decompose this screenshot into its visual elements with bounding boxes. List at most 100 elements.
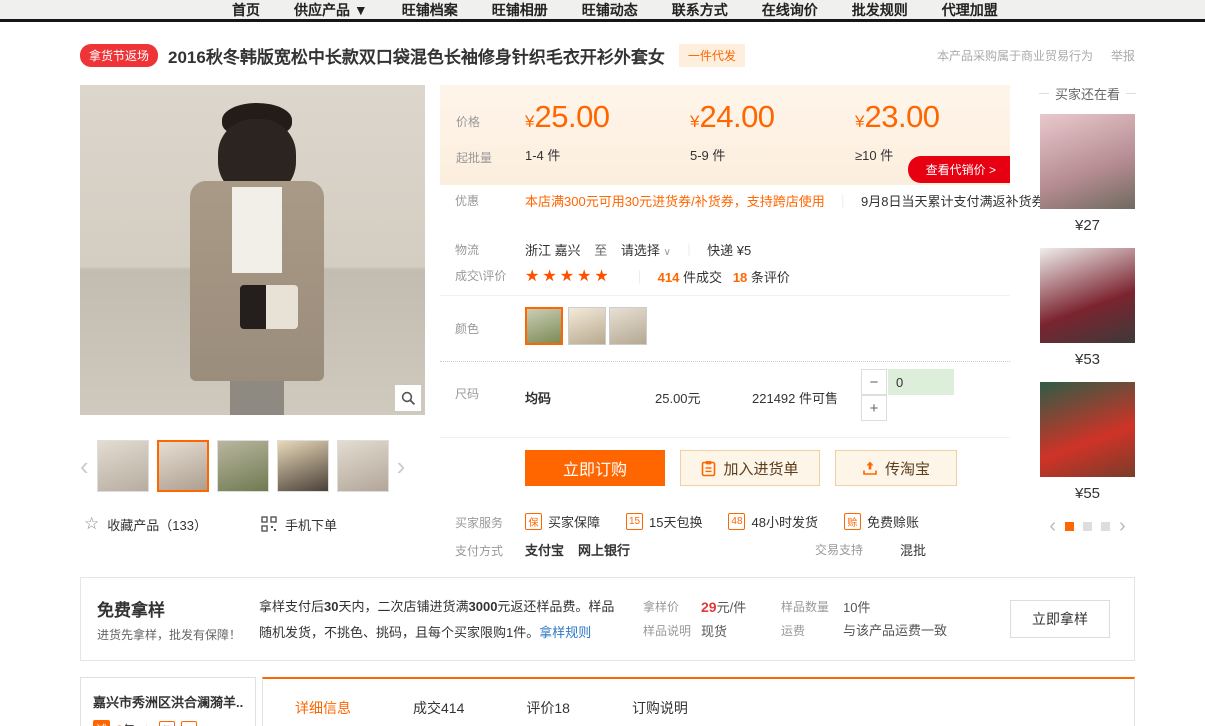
sidebar-product-1[interactable]: ¥27 bbox=[1040, 114, 1135, 234]
promo-label: 优惠 bbox=[455, 192, 479, 209]
service-15day-exchange[interactable]: 15 15天包换 bbox=[626, 512, 702, 531]
express-fee: 快递 ¥5 bbox=[707, 243, 751, 258]
photo-shape bbox=[230, 381, 284, 415]
alipay-label[interactable]: 支付宝 bbox=[525, 540, 564, 559]
desc-num: 30 bbox=[324, 599, 338, 614]
service-free-credit[interactable]: 赊 免费赊账 bbox=[844, 512, 919, 531]
magnifier-icon[interactable] bbox=[395, 385, 421, 411]
gallery-links: ☆ 收藏产品（133） 手机下单 bbox=[84, 514, 424, 534]
qty-plus-button[interactable]: + bbox=[861, 395, 887, 421]
sold-suffix: 件成交 bbox=[683, 270, 722, 285]
divider-line bbox=[440, 295, 1010, 296]
view-consign-price-button[interactable]: 查看代销价 > bbox=[908, 156, 1010, 183]
qty-input[interactable] bbox=[888, 369, 954, 395]
photo-shape bbox=[232, 187, 282, 273]
thumbnail-4[interactable] bbox=[277, 440, 329, 492]
service-48h-shipping[interactable]: 48 48小时发货 bbox=[728, 512, 817, 531]
thumbs-next-icon[interactable]: › bbox=[397, 453, 406, 479]
mobile-order-button[interactable]: 手机下单 bbox=[261, 515, 337, 534]
pager-dot-2[interactable] bbox=[1083, 522, 1092, 531]
sample-subtitle: 进货先拿样，批发有保障！ bbox=[97, 626, 241, 643]
color-swatch-3[interactable] bbox=[609, 307, 647, 345]
mobile-order-label: 手机下单 bbox=[285, 515, 337, 534]
services-label: 买家服务 bbox=[455, 514, 503, 531]
nav-shop-album[interactable]: 旺铺相册 bbox=[492, 0, 548, 20]
promo-event-text: 9月8日当天累计支付满返补货券 bbox=[861, 194, 1044, 209]
chevron-down-icon: ∨ bbox=[664, 247, 671, 258]
seller-name: 嘉兴市秀洲区洪合澜漪羊... bbox=[93, 692, 243, 711]
nav-products[interactable]: 供应产品 ▼ bbox=[294, 0, 368, 20]
thumbnail-5[interactable] bbox=[337, 440, 389, 492]
tier-price: 24.00 bbox=[699, 99, 774, 134]
credit-icon: 赊 bbox=[844, 513, 861, 530]
qty-minus-button[interactable]: − bbox=[861, 369, 887, 395]
thumbnail-3[interactable] bbox=[217, 440, 269, 492]
pager-prev-icon[interactable]: ‹ bbox=[1049, 516, 1056, 536]
get-sample-button[interactable]: 立即拿样 bbox=[1010, 600, 1110, 638]
stars-fill-icon: ★★★★★ bbox=[525, 266, 608, 286]
report-link[interactable]: 举报 bbox=[1111, 47, 1135, 64]
pager-next-icon[interactable]: › bbox=[1119, 516, 1126, 536]
event-badge[interactable]: 拿货节返场 bbox=[80, 44, 158, 67]
tab-order-notes[interactable]: 订购说明 bbox=[632, 698, 688, 718]
price-label: 价格 bbox=[456, 113, 480, 130]
tier-qty: 1-4 件 bbox=[525, 145, 560, 164]
nav-agent[interactable]: 代理加盟 bbox=[942, 0, 998, 20]
tab-detail-info[interactable]: 详细信息 bbox=[295, 698, 351, 718]
nav-contact[interactable]: 联系方式 bbox=[672, 0, 728, 20]
pager-dot-3[interactable] bbox=[1101, 522, 1110, 531]
review-count[interactable]: 18 bbox=[733, 270, 747, 285]
add-to-purchase-list-button[interactable]: 加入进货单 bbox=[680, 450, 820, 486]
main-product-image[interactable] bbox=[80, 85, 425, 415]
size-price: 25.00元 bbox=[655, 388, 701, 407]
service-text: 48小时发货 bbox=[751, 512, 817, 531]
product-image bbox=[1040, 382, 1135, 477]
sidebar-product-2[interactable]: ¥53 bbox=[1040, 248, 1135, 368]
nav-home[interactable]: 首页 bbox=[232, 0, 260, 20]
add-cart-label: 加入进货单 bbox=[723, 458, 798, 479]
desc-num: 3000 bbox=[469, 599, 498, 614]
favorite-button[interactable]: ☆ 收藏产品（133） bbox=[84, 514, 207, 534]
color-swatch-1-selected[interactable] bbox=[525, 307, 563, 345]
sidebar-product-3[interactable]: ¥55 bbox=[1040, 382, 1135, 502]
ship-from: 浙江 嘉兴 bbox=[525, 243, 581, 258]
logistics-label: 物流 bbox=[455, 241, 479, 258]
nav-inquiry[interactable]: 在线询价 bbox=[762, 0, 818, 20]
nav-shop-feed[interactable]: 旺铺动态 bbox=[582, 0, 638, 20]
color-label: 颜色 bbox=[455, 320, 479, 337]
divider: ｜ bbox=[625, 270, 654, 285]
size-stock: 221492 件可售 bbox=[752, 388, 838, 407]
moq-label: 起批量 bbox=[456, 149, 492, 166]
upload-to-taobao-button[interactable]: 传淘宝 bbox=[835, 450, 957, 486]
product-image bbox=[1040, 114, 1135, 209]
pager-dot-1[interactable] bbox=[1065, 522, 1074, 531]
thumbs-prev-icon[interactable]: ‹ bbox=[80, 453, 89, 479]
product-price: ¥55 bbox=[1040, 485, 1135, 502]
destination-select[interactable]: 请选择 ∨ bbox=[621, 243, 671, 258]
favorite-label: 收藏产品（133） bbox=[107, 515, 207, 534]
divider: ｜ bbox=[141, 721, 153, 726]
sample-price-unit: 元/件 bbox=[717, 600, 747, 615]
netbank-label[interactable]: 网上银行 bbox=[578, 540, 630, 559]
sold-count[interactable]: 414 bbox=[658, 270, 680, 285]
product-page: 首页 供应产品 ▼ 旺铺档案 旺铺相册 旺铺动态 联系方式 在线询价 批发规则 … bbox=[0, 0, 1205, 726]
thumbnail-1[interactable] bbox=[97, 440, 149, 492]
seller-box[interactable]: 嘉兴市秀洲区洪合澜漪羊... 诚 2年 ｜ 保 ▾ bbox=[80, 677, 256, 726]
sample-rules-link[interactable]: 拿样规则 bbox=[539, 625, 591, 640]
product-image bbox=[1040, 248, 1135, 343]
title-row: 拿货节返场 2016秋冬韩版宽松中长款双口袋混色长袖修身针织毛衣开衫外套女 一件… bbox=[80, 42, 1135, 68]
page-title: 2016秋冬韩版宽松中长款双口袋混色长袖修身针织毛衣开衫外套女 bbox=[168, 43, 665, 68]
thumbnail-2-selected[interactable] bbox=[157, 440, 209, 492]
protection-badge-icon: 保 bbox=[159, 721, 175, 726]
nav-shop-profile[interactable]: 旺铺档案 bbox=[402, 0, 458, 20]
detail-tabs: 详细信息 成交414 评价18 订购说明 bbox=[262, 677, 1135, 726]
tab-reviews[interactable]: 评价18 bbox=[526, 698, 570, 718]
order-now-button[interactable]: 立即订购 bbox=[525, 450, 665, 486]
service-buyer-protection[interactable]: 保 买家保障 bbox=[525, 512, 600, 531]
nav-wholesale-rules[interactable]: 批发规则 bbox=[852, 0, 908, 20]
sample-price-label: 拿样价 bbox=[643, 598, 679, 615]
service-text: 15天包换 bbox=[649, 512, 702, 531]
tab-deals[interactable]: 成交414 bbox=[413, 698, 464, 718]
color-swatch-2[interactable] bbox=[568, 307, 606, 345]
size-label: 尺码 bbox=[455, 385, 479, 402]
